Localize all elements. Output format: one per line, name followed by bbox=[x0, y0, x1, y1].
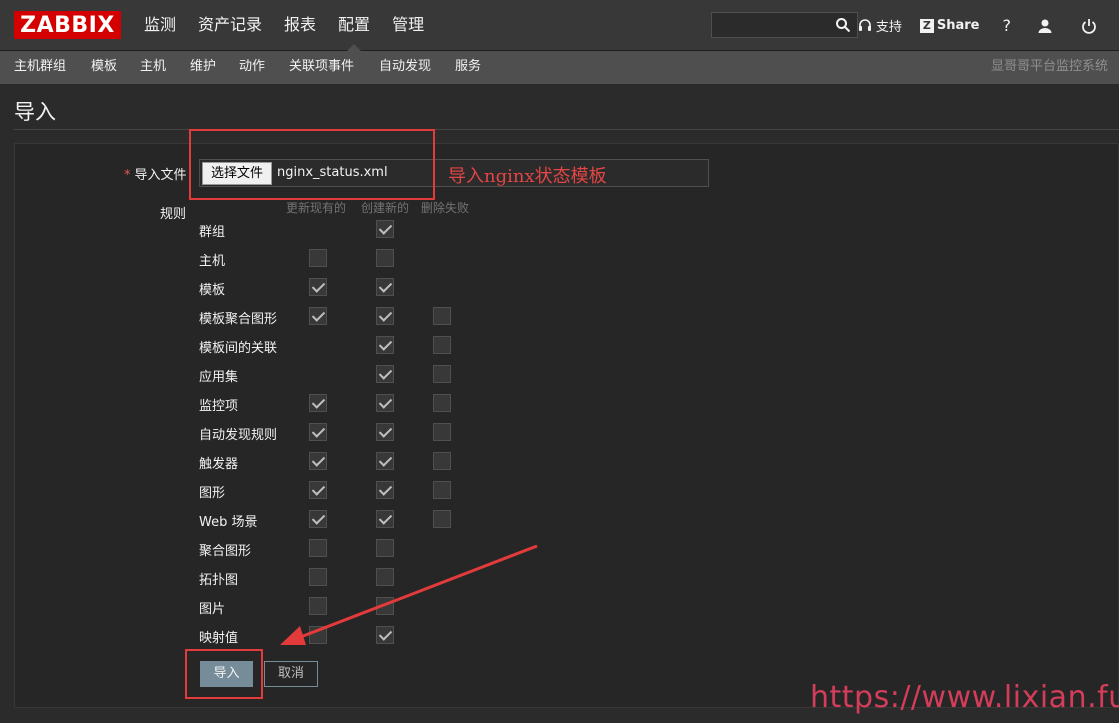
column-header-delete-missing: 删除失败 bbox=[421, 201, 470, 215]
user-profile-button[interactable] bbox=[1025, 0, 1069, 51]
rule-label: 图片 bbox=[199, 602, 226, 617]
rule-label: 图形 bbox=[199, 486, 226, 501]
rule-checkbox-create-new[interactable] bbox=[376, 365, 394, 383]
watermark: https://www.lixian.fun bbox=[810, 680, 1119, 715]
rule-checkbox-create-new[interactable] bbox=[376, 626, 394, 644]
rule-checkbox-update-existing[interactable] bbox=[309, 307, 327, 325]
rule-checkbox-delete-missing[interactable] bbox=[433, 481, 451, 499]
search-input[interactable] bbox=[712, 13, 832, 37]
rule-label: 模板间的关联 bbox=[199, 341, 278, 356]
headset-icon bbox=[858, 18, 871, 31]
annotation-text: 导入nginx状态模板 bbox=[448, 166, 607, 187]
menu-inventory[interactable]: 资产记录 bbox=[187, 0, 273, 51]
rule-checkbox-update-existing[interactable] bbox=[309, 394, 327, 412]
rule-checkbox-update-existing[interactable] bbox=[309, 626, 327, 644]
submenu-host-groups[interactable]: 主机群组 bbox=[14, 51, 66, 84]
sign-out-button[interactable] bbox=[1069, 0, 1119, 51]
rule-checkbox-update-existing[interactable] bbox=[309, 423, 327, 441]
submenu-discovery[interactable]: 自动发现 bbox=[379, 51, 431, 84]
column-header-update-existing: 更新现有的 bbox=[286, 201, 347, 215]
main-menu: 监测 资产记录 报表 配置 管理 bbox=[133, 0, 435, 51]
menu-monitoring[interactable]: 监测 bbox=[133, 0, 187, 51]
rule-checkbox-create-new[interactable] bbox=[376, 307, 394, 325]
page-title: 导入 bbox=[14, 100, 56, 124]
support-label: 支持 bbox=[875, 20, 902, 35]
support-link[interactable]: 支持 bbox=[842, 0, 911, 51]
rule-checkbox-delete-missing[interactable] bbox=[433, 423, 451, 441]
rule-checkbox-create-new[interactable] bbox=[376, 336, 394, 354]
rule-checkbox-update-existing[interactable] bbox=[309, 539, 327, 557]
import-file-label: * 导入文件 bbox=[124, 164, 187, 183]
rule-checkbox-create-new[interactable] bbox=[376, 597, 394, 615]
menu-reports[interactable]: 报表 bbox=[273, 0, 327, 51]
rule-checkbox-delete-missing[interactable] bbox=[433, 365, 451, 383]
submenu-actions[interactable]: 动作 bbox=[239, 51, 265, 84]
annotation-highlight-import bbox=[185, 649, 263, 699]
submenu-event-correlation[interactable]: 关联项事件 bbox=[289, 51, 354, 84]
power-icon bbox=[1082, 18, 1096, 34]
submenu-templates[interactable]: 模板 bbox=[91, 51, 117, 84]
rule-label: 群组 bbox=[199, 225, 226, 240]
rule-checkbox-delete-missing[interactable] bbox=[433, 307, 451, 325]
import-file-label-text: 导入文件 bbox=[134, 168, 187, 183]
help-icon: ? bbox=[1002, 16, 1012, 35]
rule-label: 拓扑图 bbox=[199, 573, 239, 588]
rule-checkbox-delete-missing[interactable] bbox=[433, 394, 451, 412]
rule-checkbox-update-existing[interactable] bbox=[309, 481, 327, 499]
rule-checkbox-create-new[interactable] bbox=[376, 220, 394, 238]
rule-checkbox-create-new[interactable] bbox=[376, 423, 394, 441]
submenu-hosts[interactable]: 主机 bbox=[140, 51, 166, 84]
title-divider bbox=[14, 129, 1119, 130]
rule-checkbox-update-existing[interactable] bbox=[309, 568, 327, 586]
help-button[interactable]: ? bbox=[989, 0, 1026, 51]
rule-checkbox-create-new[interactable] bbox=[376, 394, 394, 412]
rule-label: Web 场景 bbox=[199, 515, 258, 530]
rule-checkbox-delete-missing[interactable] bbox=[433, 510, 451, 528]
header-actions: 支持 Z Share ? bbox=[842, 0, 1119, 51]
submenu-maintenance[interactable]: 维护 bbox=[190, 51, 216, 84]
menu-configuration[interactable]: 配置 bbox=[327, 0, 381, 51]
rule-checkbox-create-new[interactable] bbox=[376, 568, 394, 586]
rule-label: 监控项 bbox=[199, 399, 239, 414]
server-name: 显哥哥平台监控系统 bbox=[990, 59, 1108, 74]
rules-label: 规则 bbox=[160, 207, 187, 222]
rule-checkbox-update-existing[interactable] bbox=[309, 278, 327, 296]
rule-label: 模板 bbox=[199, 283, 226, 298]
rule-label: 映射值 bbox=[199, 631, 239, 646]
column-header-create-new: 创建新的 bbox=[361, 201, 410, 215]
share-label: Share bbox=[936, 18, 980, 33]
rule-checkbox-delete-missing[interactable] bbox=[433, 452, 451, 470]
rule-checkbox-create-new[interactable] bbox=[376, 510, 394, 528]
top-navigation-bar: ZABBIX 监测 资产记录 报表 配置 管理 支持 Z Share ? bbox=[0, 0, 1119, 51]
rule-checkbox-update-existing[interactable] bbox=[309, 597, 327, 615]
rule-checkbox-update-existing[interactable] bbox=[309, 452, 327, 470]
sub-menu: 主机群组 模板 主机 维护 动作 关联项事件 自动发现 服务 显哥哥平台监控系统 bbox=[0, 51, 1119, 84]
global-search bbox=[711, 12, 858, 38]
rule-checkbox-create-new[interactable] bbox=[376, 278, 394, 296]
rule-checkbox-create-new[interactable] bbox=[376, 452, 394, 470]
import-form-panel bbox=[14, 143, 1119, 708]
rule-label: 模板聚合图形 bbox=[199, 312, 278, 327]
rule-label: 聚合图形 bbox=[199, 544, 252, 559]
rule-checkbox-update-existing[interactable] bbox=[309, 249, 327, 267]
cancel-button[interactable]: 取消 bbox=[264, 661, 318, 687]
menu-administration[interactable]: 管理 bbox=[381, 0, 435, 51]
rule-label: 自动发现规则 bbox=[199, 428, 278, 443]
required-asterisk: * bbox=[124, 168, 131, 183]
rule-checkbox-create-new[interactable] bbox=[376, 249, 394, 267]
rule-label: 主机 bbox=[199, 254, 226, 269]
rule-checkbox-create-new[interactable] bbox=[376, 481, 394, 499]
rule-label: 触发器 bbox=[199, 457, 239, 472]
rule-checkbox-create-new[interactable] bbox=[376, 539, 394, 557]
share-link[interactable]: Z Share bbox=[911, 0, 989, 51]
rule-checkbox-update-existing[interactable] bbox=[309, 510, 327, 528]
zabbix-share-icon: Z bbox=[919, 18, 934, 33]
rule-checkbox-delete-missing[interactable] bbox=[433, 336, 451, 354]
rule-label: 应用集 bbox=[199, 370, 239, 385]
zabbix-logo[interactable]: ZABBIX bbox=[14, 11, 121, 39]
submenu-services[interactable]: 服务 bbox=[455, 51, 481, 84]
annotation-highlight-file bbox=[189, 129, 435, 200]
user-icon bbox=[1038, 19, 1052, 33]
